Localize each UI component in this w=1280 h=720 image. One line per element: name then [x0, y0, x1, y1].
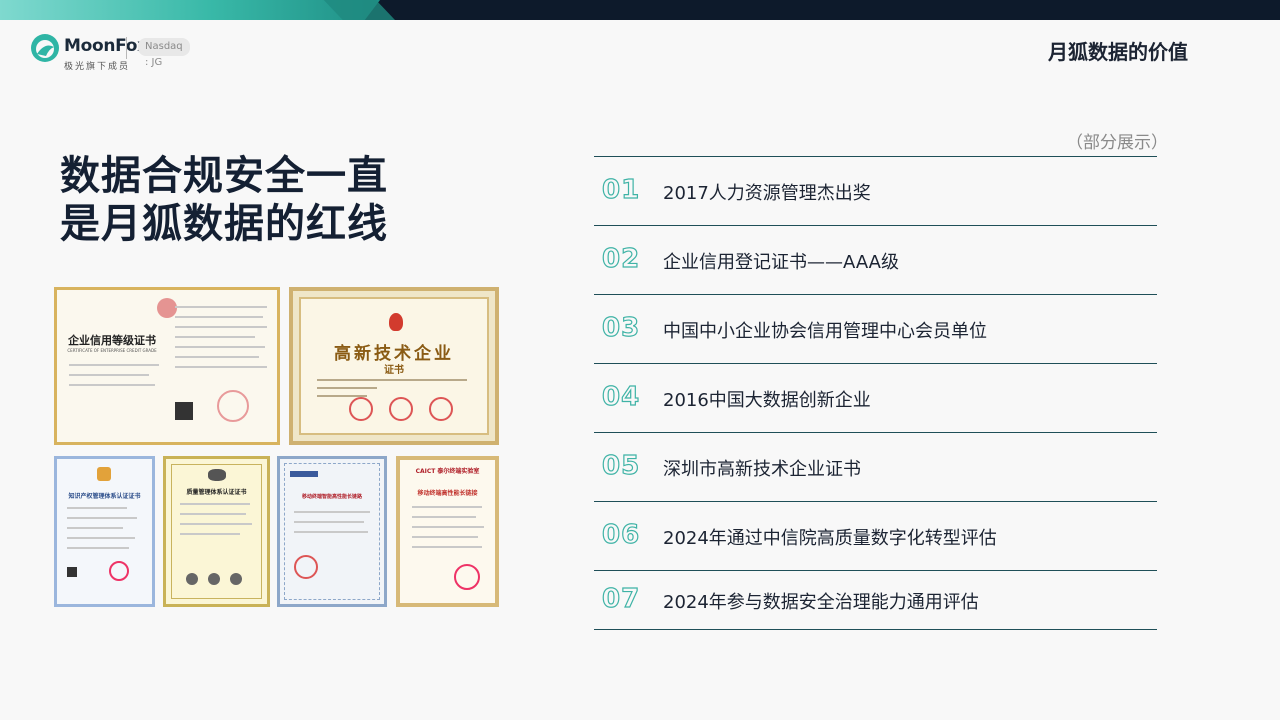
list-item: 01 2017人力资源管理杰出奖 — [594, 156, 1157, 225]
red-seal-icon — [109, 561, 129, 581]
red-seal-icon — [349, 397, 373, 421]
iso-badge-icon — [230, 573, 242, 585]
high-tech-subtitle: 证书 — [384, 365, 404, 376]
credit-certificate-title: 企业信用等级证书 — [68, 334, 156, 347]
red-seal-icon — [389, 397, 413, 421]
item-number: 07 — [601, 583, 641, 614]
item-label: 2017人力资源管理杰出奖 — [663, 183, 871, 204]
ip-management-certificate-image: 知识产权管理体系认证证书 — [54, 456, 155, 607]
item-label: 2024年参与数据安全治理能力通用评估 — [663, 592, 979, 613]
list-item: 06 2024年通过中信院高质量数字化转型评估 — [594, 501, 1157, 570]
caict-b-title: 移动终端高性能长链接 — [417, 490, 478, 497]
honors-list: 01 2017人力资源管理杰出奖 02 企业信用登记证书——AAA级 03 中国… — [594, 156, 1157, 630]
qr-code-icon — [67, 567, 77, 577]
item-label: 中国中小企业协会信用管理中心会员单位 — [663, 321, 987, 342]
item-label: 2016中国大数据创新企业 — [663, 390, 871, 411]
red-seal-icon — [429, 397, 453, 421]
item-number: 05 — [601, 450, 641, 481]
list-item: 04 2016中国大数据创新企业 — [594, 363, 1157, 432]
caict-a-title: 移动终端智能高性能长链路 — [301, 494, 362, 500]
iaf-badge-icon — [208, 573, 220, 585]
red-seal-icon — [454, 564, 480, 590]
cnas-badge-icon — [186, 573, 198, 585]
logo-divider — [126, 37, 127, 59]
caict-assessment-certificate-image: 移动终端智能高性能长链路 — [277, 456, 387, 607]
item-number: 04 — [601, 381, 641, 412]
item-label: 企业信用登记证书——AAA级 — [663, 252, 899, 273]
brand-name: MoonFox — [64, 36, 148, 56]
zrx-logo-icon — [208, 469, 226, 481]
item-number: 01 — [601, 174, 641, 205]
certification-logo-icon — [97, 467, 111, 481]
moonfox-logo-icon — [31, 34, 59, 62]
caict-b-brand: CAICT 泰尔终端实验室 — [415, 468, 480, 475]
top-band-accent — [0, 0, 380, 20]
emblem-icon — [389, 313, 403, 331]
list-item: 07 2024年参与数据安全治理能力通用评估 — [594, 570, 1157, 630]
exchange-badge: Nasdaq : JG — [138, 38, 190, 68]
list-item: 05 深圳市高新技术企业证书 — [594, 432, 1157, 501]
top-band — [0, 0, 1280, 20]
item-number: 02 — [601, 243, 641, 274]
red-seal-icon — [217, 390, 249, 422]
credit-certificate-subtitle: CERTIFICATE OF ENTERPRISE CREDIT GRADE — [67, 348, 157, 353]
qr-code-icon — [175, 402, 193, 420]
page-title: 月狐数据的价值 — [1048, 40, 1188, 64]
item-number: 06 — [601, 519, 641, 550]
ip-certificate-title: 知识产权管理体系认证证书 — [68, 493, 141, 500]
quality-management-certificate-image: 质量管理体系认证证书 — [163, 456, 270, 607]
partial-display-note: （部分展示） — [1066, 133, 1168, 153]
item-label: 2024年通过中信院高质量数字化转型评估 — [663, 528, 997, 549]
headline-line-2: 是月狐数据的红线 — [60, 201, 388, 247]
certificate-emblem-icon — [157, 298, 177, 318]
red-seal-icon — [294, 555, 318, 579]
caict-terminal-lab-certificate-image: CAICT 泰尔终端实验室 移动终端高性能长链接 — [396, 456, 499, 607]
quality-certificate-title: 质量管理体系认证证书 — [186, 489, 247, 496]
headline: 数据合规安全一直 是月狐数据的红线 — [60, 152, 500, 248]
headline-line-1: 数据合规安全一直 — [60, 153, 388, 199]
brand-tagline: 极光旗下成员 — [64, 62, 131, 72]
item-number: 03 — [601, 312, 641, 343]
item-label: 深圳市高新技术企业证书 — [663, 459, 861, 480]
high-tech-enterprise-certificate-image: 高新技术企业 证书 — [289, 287, 499, 445]
credit-grade-certificate-image: 企业信用等级证书 CERTIFICATE OF ENTERPRISE CREDI… — [54, 287, 280, 445]
list-item: 02 企业信用登记证书——AAA级 — [594, 225, 1157, 294]
list-item: 03 中国中小企业协会信用管理中心会员单位 — [594, 294, 1157, 363]
caict-logo-icon — [290, 471, 318, 477]
moonfox-logo: MoonFox 极光旗下成员 Nasdaq : JG — [30, 33, 290, 73]
